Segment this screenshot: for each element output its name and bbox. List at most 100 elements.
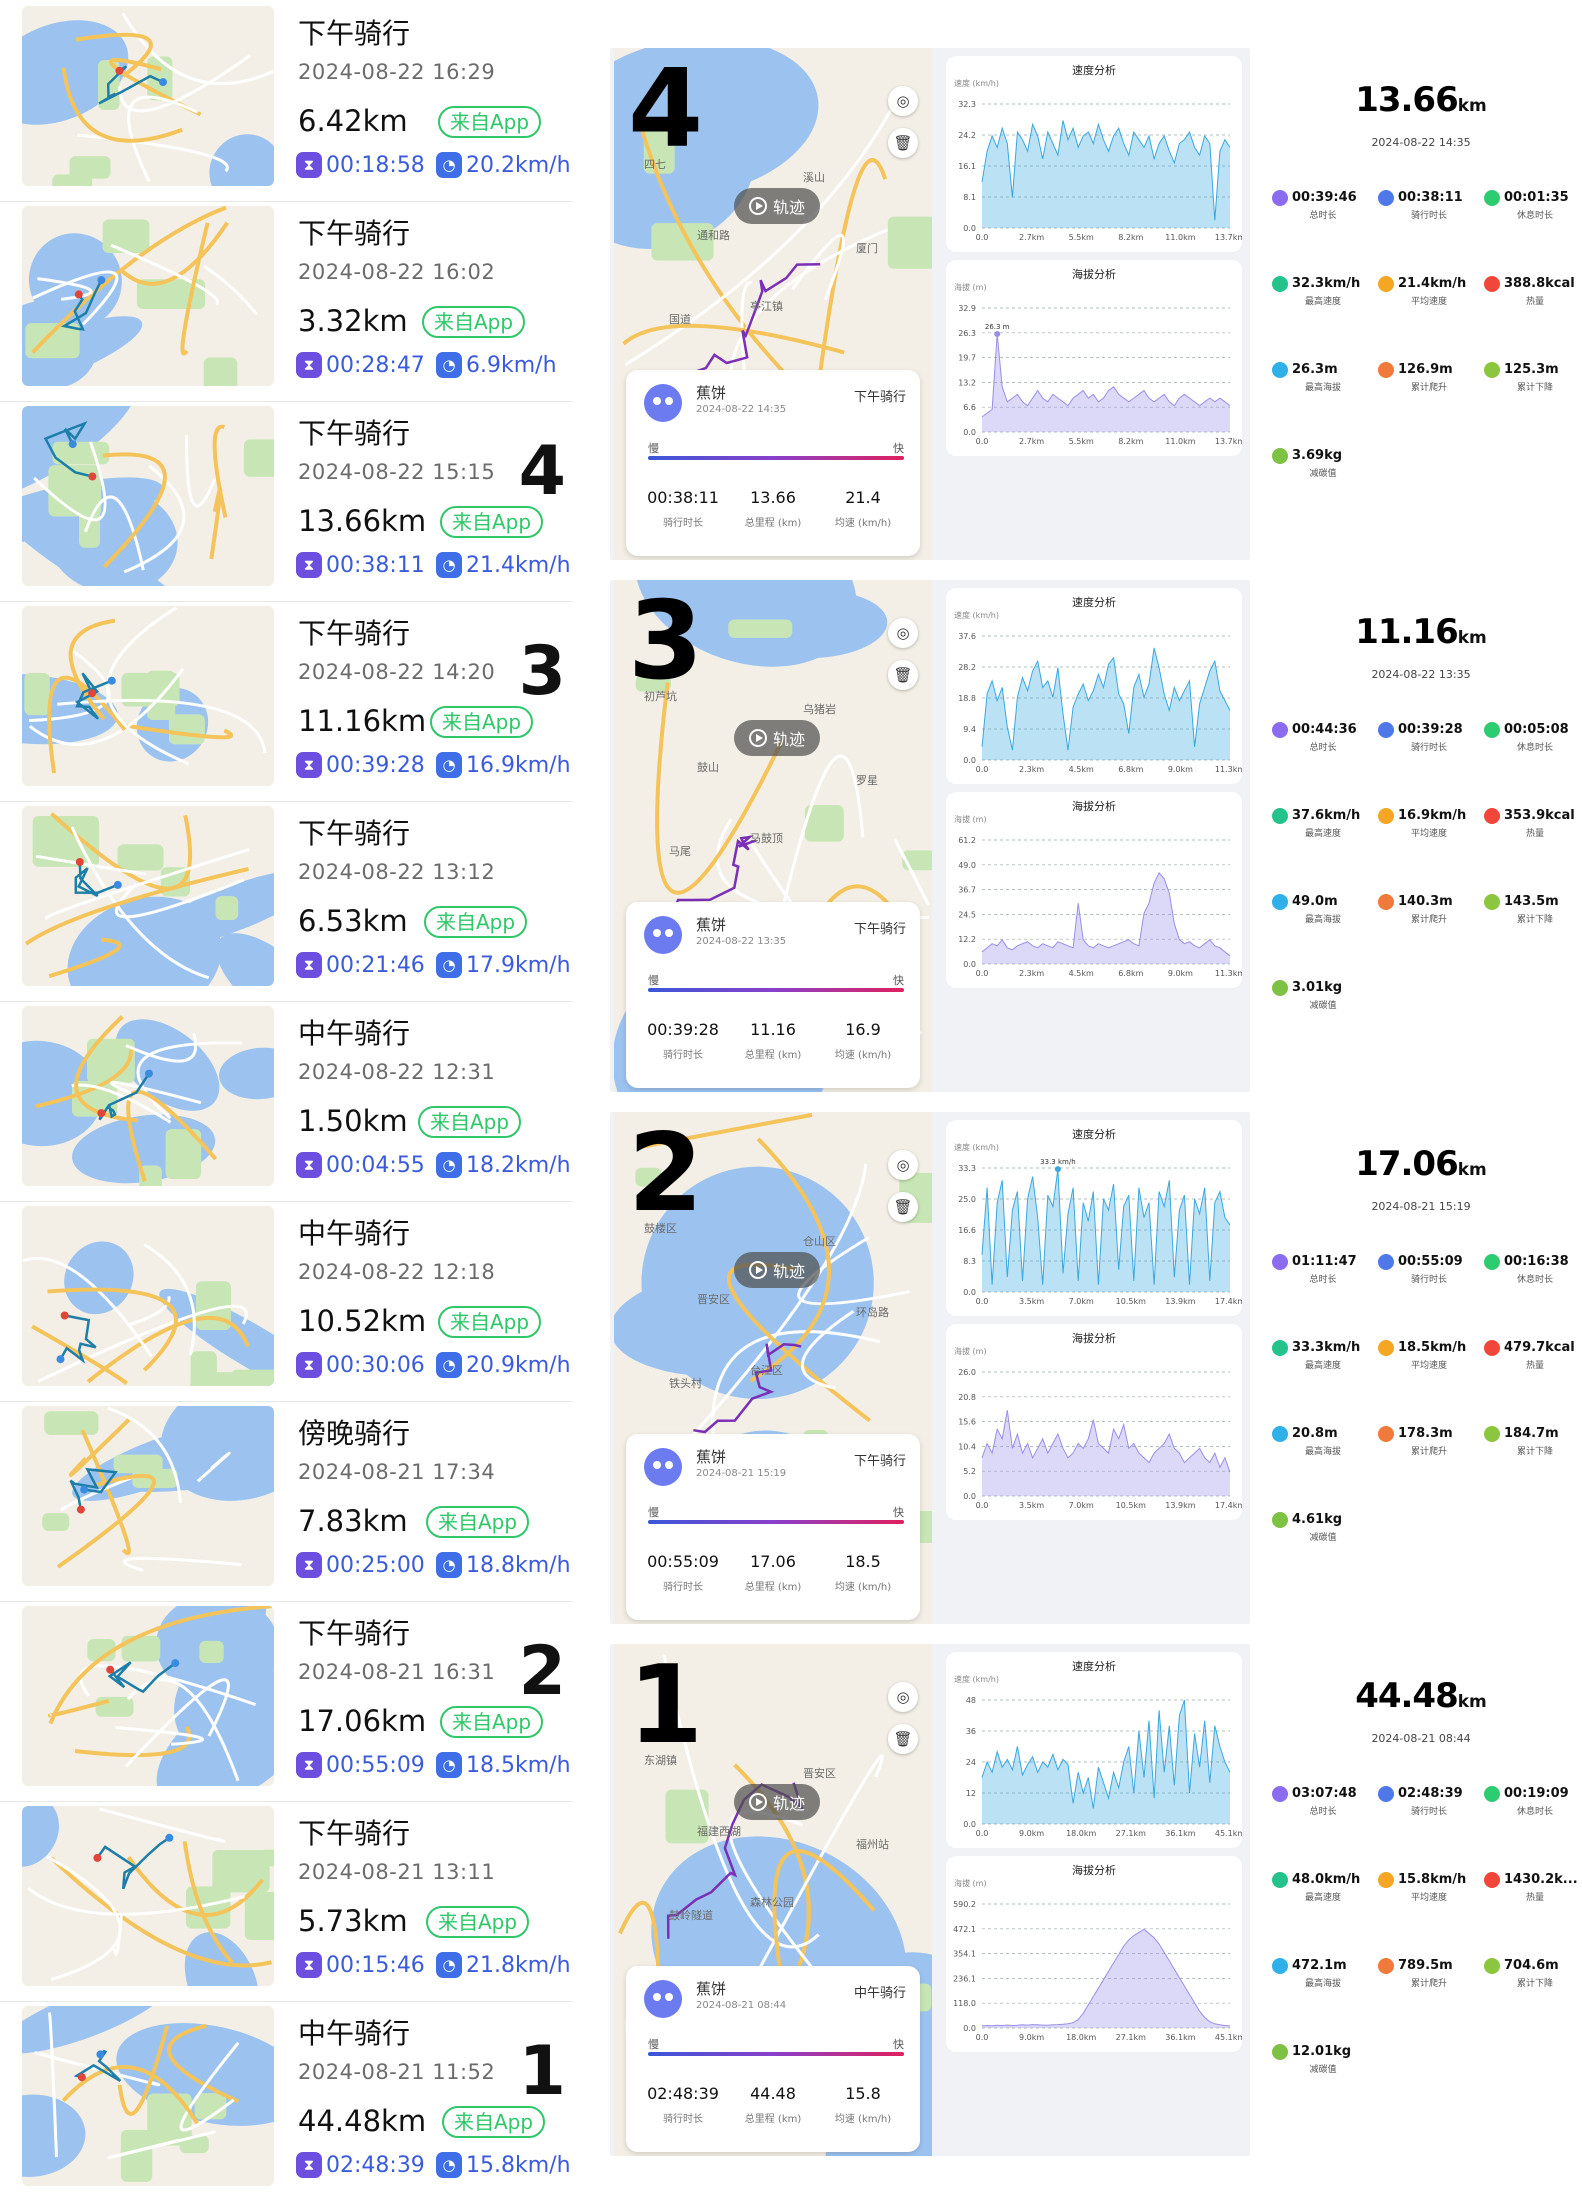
total-distance-value: 17.06	[1355, 1144, 1459, 1184]
track-playback-button[interactable]: 轨迹	[734, 188, 820, 224]
ride-duration: ⧗ 00:25:00	[296, 1552, 425, 1578]
y-tick-label: 33.3	[958, 1164, 976, 1173]
total-distance-value: 44.48	[1355, 1676, 1459, 1716]
ride-list-item[interactable]: 下午骑行 2024-08-21 16:31 17.06km 来自App ⧗ 00:55:0…	[0, 1602, 572, 1802]
x-tick-label: 0.0	[976, 765, 989, 774]
trash-icon[interactable]: 🗑	[888, 1192, 918, 1222]
y-tick-label: 19.7	[958, 354, 976, 363]
ride-date: 2024-08-22 12:18	[298, 1260, 496, 1284]
route-thumbnail	[22, 1806, 274, 1986]
chart-y-label: 海拔 (m)	[954, 1878, 987, 1888]
park-area	[243, 439, 274, 477]
ride-list-item[interactable]: 下午骑行 2024-08-22 16:29 6.42km 来自App ⧗ 00:18:58…	[0, 2, 572, 202]
route-thumbnail-map	[22, 1406, 274, 1586]
stat-label: 休息时长	[1516, 1275, 1553, 1285]
ride-detail-screen: 鼓楼区 晋安区 台江区 仓山区 环岛路 铁头村 2 轨迹 ◎ 🗑 蕉饼 2024-08-21 15:1…	[610, 1112, 1250, 1624]
start-marker	[115, 66, 124, 75]
x-tick-label: 27.1km	[1116, 2033, 1146, 2042]
x-tick-label: 10.5km	[1116, 1297, 1146, 1306]
route-thumbnail	[22, 2006, 274, 2186]
ride-date: 2024-08-22 12:31	[298, 1060, 496, 1084]
chart-title: 速度分析	[1072, 63, 1116, 77]
stat-value: 12.01kg	[1292, 2044, 1352, 2059]
ride-marker-number: 2	[518, 1632, 566, 1711]
summary-label: 均速 (km/h)	[834, 1050, 892, 1061]
locate-icon[interactable]: ◎	[888, 86, 918, 116]
route-map[interactable]: 东湖镇 福建西湖 森林公园 晋安区 福州站 鼓岭隧道 1 轨迹 ◎ 🗑 蕉饼 2024-08-21 0…	[614, 1644, 932, 2156]
summary-value: 17.06	[750, 1552, 796, 1571]
x-tick-label: 0.0	[976, 437, 989, 446]
stat-icon	[1378, 276, 1394, 292]
y-tick-label: 12	[966, 1789, 976, 1798]
x-tick-label: 5.5km	[1069, 437, 1094, 446]
summary-label: 均速 (km/h)	[834, 2114, 892, 2125]
stat-icon	[1484, 894, 1500, 910]
route-thumbnail	[22, 206, 274, 386]
hourglass-icon: ⧗	[296, 952, 322, 978]
ride-duration: ⧗ 00:21:46	[296, 952, 425, 978]
trash-icon[interactable]: 🗑	[888, 660, 918, 690]
ride-title: 中午骑行	[298, 2017, 411, 2050]
route-map[interactable]: 鼓楼区 晋安区 台江区 仓山区 环岛路 铁头村 2 轨迹 ◎ 🗑 蕉饼 2024-08-21 15:1…	[614, 1112, 932, 1624]
route-map[interactable]: 四七 通和路 亭江镇 溪山 厦门 国道 4 轨迹 ◎ 🗑 蕉饼 2024-08-22 14:35 下午骑…	[614, 48, 932, 560]
stat-label: 最高海拔	[1304, 915, 1341, 925]
peak-label: 33.3 km/h	[1040, 1158, 1075, 1166]
locate-icon[interactable]: ◎	[888, 1682, 918, 1712]
track-playback-button[interactable]: 轨迹	[734, 1784, 820, 1820]
locate-icon[interactable]: ◎	[888, 618, 918, 648]
track-playback-button[interactable]: 轨迹	[734, 1252, 820, 1288]
stat-label: 平均速度	[1410, 297, 1447, 307]
route-map[interactable]: 初芦坑 鼓山 马鼓顶 乌猪岩 罗星 马尾 3 轨迹 ◎ 🗑 蕉饼 2024-08-22 13:35 下午…	[614, 580, 932, 1092]
stat-label: 热量	[1525, 1893, 1544, 1903]
locate-icon[interactable]: ◎	[888, 1150, 918, 1180]
park-area	[24, 672, 50, 716]
stat-value: 125.3m	[1504, 362, 1559, 377]
start-marker	[76, 1505, 85, 1514]
stat-value: 00:05:08	[1504, 722, 1569, 737]
x-tick-label: 11.0km	[1165, 233, 1195, 242]
route-thumbnail-map	[22, 406, 274, 586]
ride-list-item[interactable]: 下午骑行 2024-08-22 15:15 13.66km 来自App ⧗ 00:38:1…	[0, 402, 572, 602]
y-tick-label: 20.8	[958, 1393, 976, 1402]
ride-list-item[interactable]: 下午骑行 2024-08-22 13:12 6.53km 来自App ⧗ 00:21:46…	[0, 802, 572, 1002]
y-tick-label: 32.9	[958, 304, 976, 313]
user-name: 蕉饼	[696, 384, 727, 402]
ride-duration: ⧗ 00:55:09	[296, 1752, 425, 1778]
track-playback-button[interactable]: 轨迹	[734, 720, 820, 756]
ride-speed: ◔ 15.8km/h	[436, 2152, 571, 2178]
route-thumbnail-map	[22, 1206, 274, 1386]
ride-title: 中午骑行	[298, 1017, 411, 1050]
y-tick-label: 354.1	[953, 1950, 976, 1959]
ride-list-item[interactable]: 中午骑行 2024-08-22 12:18 10.52km 来自App ⧗ 00:30:0…	[0, 1202, 572, 1402]
ride-list-item[interactable]: 下午骑行 2024-08-22 14:20 11.16km 来自App ⧗ 00:39:2…	[0, 602, 572, 802]
x-tick-label: 13.9km	[1165, 1501, 1195, 1510]
x-tick-label: 0.0	[976, 1829, 989, 1838]
x-tick-label: 45.1km	[1215, 2033, 1242, 2042]
stat-icon	[1378, 190, 1394, 206]
ride-list-item[interactable]: 下午骑行 2024-08-22 16:02 3.32km 来自App ⧗ 00:28:47…	[0, 202, 572, 402]
ride-list-item[interactable]: 中午骑行 2024-08-21 11:52 44.48km 来自App ⧗ 02:48:3…	[0, 2002, 572, 2200]
stat-icon	[1272, 1426, 1288, 1442]
stat-value: 00:16:38	[1504, 1254, 1569, 1269]
ride-speed-value: 16.9km/h	[466, 752, 571, 778]
stat-value: 03:07:48	[1292, 1786, 1357, 1801]
stat-icon	[1378, 362, 1394, 378]
ride-list-item[interactable]: 傍晚骑行 2024-08-21 17:34 7.83km 来自App ⧗ 00:25:00…	[0, 1402, 572, 1602]
ride-list-item[interactable]: 下午骑行 2024-08-21 13:11 5.73km 来自App ⧗ 00:15:46…	[0, 1802, 572, 2002]
ride-detail-screen: 初芦坑 鼓山 马鼓顶 乌猪岩 罗星 马尾 3 轨迹 ◎ 🗑 蕉饼 2024-08-22 13:35 下午…	[610, 580, 1250, 1092]
trash-icon[interactable]: 🗑	[888, 1724, 918, 1754]
park-area	[102, 219, 150, 254]
y-tick-label: 26.3	[958, 329, 976, 338]
ride-list-item[interactable]: 中午骑行 2024-08-22 12:31 1.50km 来自App ⧗ 00:04:55…	[0, 1002, 572, 1202]
slow-label: 慢	[648, 1506, 659, 1519]
trash-icon[interactable]: 🗑	[888, 128, 918, 158]
stat-label: 总时长	[1309, 211, 1337, 221]
ride-distance: 17.06km	[298, 1704, 427, 1738]
hourglass-icon: ⧗	[296, 2152, 322, 2178]
x-tick-label: 6.8km	[1118, 765, 1143, 774]
x-tick-label: 17.4km	[1215, 1297, 1242, 1306]
x-tick-label: 11.0km	[1165, 437, 1195, 446]
ride-date: 2024-08-21 16:31	[298, 1660, 496, 1684]
y-tick-label: 16.6	[958, 1226, 976, 1235]
ride-list: 下午骑行 2024-08-22 16:29 6.42km 来自App ⧗ 00:18:58…	[0, 0, 572, 2200]
